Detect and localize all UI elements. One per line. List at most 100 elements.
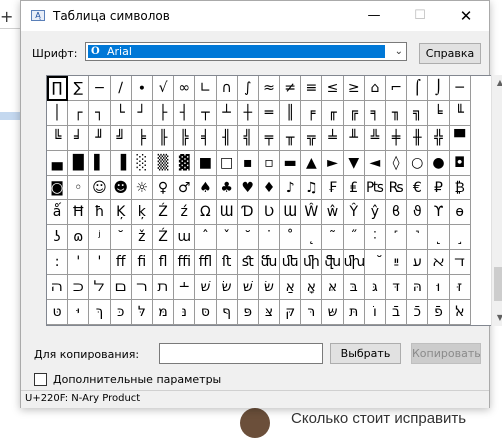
character-cell[interactable]: ┤	[174, 100, 196, 126]
character-cell[interactable]: ╗	[407, 100, 429, 126]
character-cell[interactable]: Ź	[152, 225, 175, 251]
character-cell[interactable]: ┬	[195, 100, 217, 126]
character-cell[interactable]: ﬗ	[343, 250, 365, 276]
character-cell[interactable]: ╦	[301, 125, 323, 151]
character-cell[interactable]: ♣	[216, 175, 238, 201]
character-cell[interactable]: ╞	[131, 125, 153, 151]
character-cell[interactable]: ∏	[47, 76, 69, 101]
character-cell[interactable]: ˸	[364, 225, 386, 251]
character-cell[interactable]: ⌠	[407, 76, 429, 101]
scrollbar-thumb[interactable]	[494, 267, 502, 301]
character-cell[interactable]: ≈	[258, 76, 281, 101]
character-cell[interactable]: ☺	[89, 175, 111, 201]
character-cell[interactable]: ░	[131, 150, 153, 176]
character-cell[interactable]: ˆ	[195, 225, 217, 251]
character-cell[interactable]: בּ	[343, 275, 365, 301]
character-cell[interactable]: ○	[407, 150, 429, 176]
character-cell[interactable]: ɯ	[174, 225, 196, 251]
character-cell[interactable]: ┘	[131, 100, 153, 126]
character-cell[interactable]: וֹ	[364, 300, 386, 325]
character-cell[interactable]: ⌂	[364, 76, 386, 101]
character-cell[interactable]: ≤	[322, 76, 344, 101]
character-cell[interactable]: ﬕ	[301, 250, 323, 276]
character-cell[interactable]: ⌡	[428, 76, 450, 101]
character-cell[interactable]: '	[89, 250, 111, 276]
character-cell[interactable]: '	[68, 250, 90, 276]
chevron-down-icon[interactable]: ⌄	[395, 44, 403, 59]
character-cell[interactable]: ▼	[343, 150, 365, 176]
character-cell[interactable]: ﬨ	[152, 275, 175, 301]
character-cell[interactable]: ʖ	[47, 225, 69, 251]
character-cell[interactable]: ║	[280, 100, 302, 126]
character-cell[interactable]: ħ	[89, 200, 111, 226]
character-cell[interactable]: ┌	[68, 100, 90, 126]
character-cell[interactable]: ♀	[152, 175, 175, 201]
character-cell[interactable]: ˘	[110, 225, 132, 251]
character-cell[interactable]: ▐	[110, 150, 132, 176]
character-cell[interactable]: ŵ	[322, 200, 344, 226]
character-cell[interactable]: ♥	[237, 175, 259, 201]
character-cell[interactable]: Ŵ	[301, 200, 323, 226]
character-cell[interactable]: ŷ	[364, 200, 386, 226]
character-cell[interactable]: ∕	[110, 76, 132, 101]
character-cell[interactable]: █	[68, 150, 90, 176]
character-cell[interactable]: ךּ	[89, 300, 111, 325]
character-cell[interactable]: ₿	[449, 175, 471, 201]
character-cell[interactable]: ◙	[47, 175, 69, 201]
character-cell[interactable]: ╕	[364, 100, 386, 126]
character-cell[interactable]: ɵ	[449, 200, 471, 226]
character-cell[interactable]: ╬	[428, 125, 450, 151]
character-cell[interactable]: ╨	[343, 125, 365, 151]
character-cell[interactable]: ≥	[343, 76, 365, 101]
character-cell[interactable]: ﬔ	[280, 250, 302, 276]
character-cell[interactable]: Ʋ	[258, 200, 281, 226]
character-cell[interactable]: ▄	[47, 150, 69, 176]
character-cell[interactable]: ∑	[68, 76, 90, 101]
character-cell[interactable]: ╥	[280, 125, 302, 151]
character-cell[interactable]: ﬤ	[68, 275, 90, 301]
character-cell[interactable]: −	[89, 76, 111, 101]
character-cell[interactable]: אַ	[280, 275, 302, 301]
character-cell[interactable]: ♪	[280, 175, 302, 201]
character-cell[interactable]: ▫	[258, 150, 281, 176]
character-cell[interactable]: ķ	[131, 200, 153, 226]
character-cell[interactable]: כֿ	[407, 300, 429, 325]
character-cell[interactable]: שׁ	[195, 275, 217, 301]
character-cell[interactable]: ﬦ	[110, 275, 132, 301]
character-cell[interactable]: ǻ	[47, 200, 69, 226]
character-cell[interactable]: ≠	[280, 76, 302, 101]
character-cell[interactable]: ╜	[89, 125, 111, 151]
character-cell[interactable]: פּ	[237, 300, 259, 325]
character-cell[interactable]: ╘	[428, 100, 450, 126]
character-cell[interactable]: :	[47, 250, 69, 276]
character-cell[interactable]: ﬁ	[131, 250, 153, 276]
character-cell[interactable]: ﬀ	[110, 250, 132, 276]
character-cell[interactable]: ײַ	[386, 250, 408, 276]
character-cell[interactable]: גּ	[364, 275, 386, 301]
character-cell[interactable]: ▌	[89, 150, 111, 176]
character-cell[interactable]: ─	[449, 76, 471, 101]
character-cell[interactable]: ╧	[322, 125, 344, 151]
character-cell[interactable]: ףּ	[216, 300, 238, 325]
character-cell[interactable]: ╟	[152, 125, 175, 151]
character-cell[interactable]: ►	[322, 150, 344, 176]
character-cell[interactable]: ╩	[364, 125, 386, 151]
character-cell[interactable]: Ŷ	[343, 200, 365, 226]
character-cell[interactable]: ž	[131, 225, 153, 251]
character-cell[interactable]: ₣	[322, 175, 344, 201]
character-cell[interactable]: Ɗ	[237, 200, 259, 226]
character-cell[interactable]: ˘	[237, 225, 259, 251]
advanced-view-checkbox[interactable]	[34, 373, 47, 386]
title-bar[interactable]: Ą Таблица символов — ☐ ✕	[21, 1, 489, 31]
character-cell[interactable]: נּ	[174, 300, 196, 325]
character-cell[interactable]: ϒ	[428, 200, 450, 226]
character-cell[interactable]: תּ	[343, 300, 365, 325]
character-cell[interactable]: צּ	[258, 300, 281, 325]
character-cell[interactable]: ╔	[343, 100, 365, 126]
character-cell[interactable]: וּ	[428, 275, 450, 301]
character-cell[interactable]: ┼	[237, 100, 259, 126]
character-cell[interactable]: □	[216, 150, 238, 176]
character-cell[interactable]: סּ	[195, 300, 217, 325]
character-cell[interactable]: ◄	[364, 150, 386, 176]
character-cell[interactable]: Ź	[152, 200, 175, 226]
